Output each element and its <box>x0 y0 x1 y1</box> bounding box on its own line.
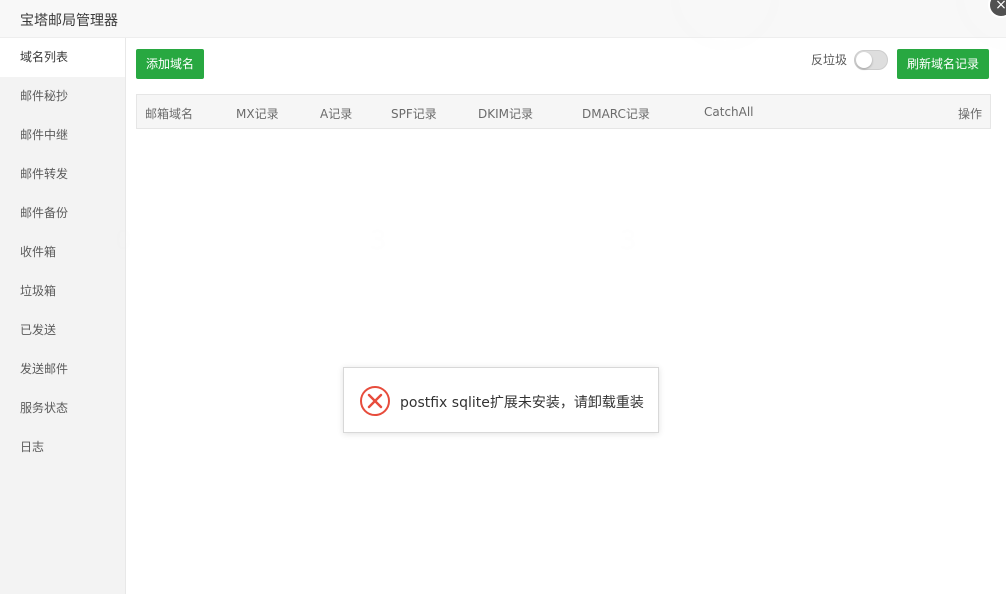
sidebar-item-logs[interactable]: 日志 <box>0 428 125 467</box>
column-header-dmarc: DMARC记录 <box>582 107 650 121</box>
error-x-icon <box>360 386 390 416</box>
sidebar-item-mail-relay[interactable]: 邮件中继 <box>0 116 125 155</box>
error-toast: postfix sqlite扩展未安装，请卸载重装 <box>343 367 659 433</box>
sidebar-item-inbox[interactable]: 收件箱 <box>0 233 125 272</box>
refresh-domain-records-button[interactable]: 刷新域名记录 <box>897 49 990 79</box>
toggle-knob <box>856 52 872 68</box>
main-content: 添加域名 反垃圾 刷新域名记录 邮箱域名 MX记录 A记录 SPF记录 DKIM… <box>126 38 1006 594</box>
sidebar: 域名列表 邮件秘抄 邮件中继 邮件转发 邮件备份 收件箱 垃圾箱 已发送 发送邮… <box>0 38 126 594</box>
sidebar-item-service-status[interactable]: 服务状态 <box>0 389 125 428</box>
page: 0 3 3 宝塔邮局管理器 域名列表 邮件秘抄 邮件中继 邮件转发 邮件备份 收… <box>0 0 1006 594</box>
column-header-spf: SPF记录 <box>391 107 437 121</box>
sidebar-item-mail-backup[interactable]: 邮件备份 <box>0 194 125 233</box>
column-header-actions: 操作 <box>957 107 982 121</box>
domain-table-header: 邮箱域名 MX记录 A记录 SPF记录 DKIM记录 DMARC记录 Catch… <box>136 94 991 129</box>
add-domain-button[interactable]: 添加域名 <box>136 49 205 79</box>
error-message: postfix sqlite扩展未安装，请卸载重装 <box>400 395 644 411</box>
anti-spam-toggle[interactable] <box>854 50 888 70</box>
column-header-catchall: CatchAll <box>704 105 754 119</box>
column-header-domain: 邮箱域名 <box>145 107 194 121</box>
sidebar-item-mail-bcc[interactable]: 邮件秘抄 <box>0 77 125 116</box>
column-header-mx: MX记录 <box>236 107 279 121</box>
sidebar-item-mail-forward[interactable]: 邮件转发 <box>0 155 125 194</box>
anti-spam-label: 反垃圾 <box>811 53 848 67</box>
sidebar-item-send-mail[interactable]: 发送邮件 <box>0 350 125 389</box>
mail-manager-dialog: 宝塔邮局管理器 域名列表 邮件秘抄 邮件中继 邮件转发 邮件备份 收件箱 垃圾箱… <box>0 0 1006 594</box>
sidebar-item-spam[interactable]: 垃圾箱 <box>0 272 125 311</box>
dialog-titlebar: 宝塔邮局管理器 <box>0 0 1006 38</box>
column-header-dkim: DKIM记录 <box>478 107 534 121</box>
sidebar-item-sent[interactable]: 已发送 <box>0 311 125 350</box>
dialog-title: 宝塔邮局管理器 <box>20 13 118 29</box>
sidebar-item-domain-list[interactable]: 域名列表 <box>0 38 125 77</box>
column-header-a: A记录 <box>320 107 353 121</box>
